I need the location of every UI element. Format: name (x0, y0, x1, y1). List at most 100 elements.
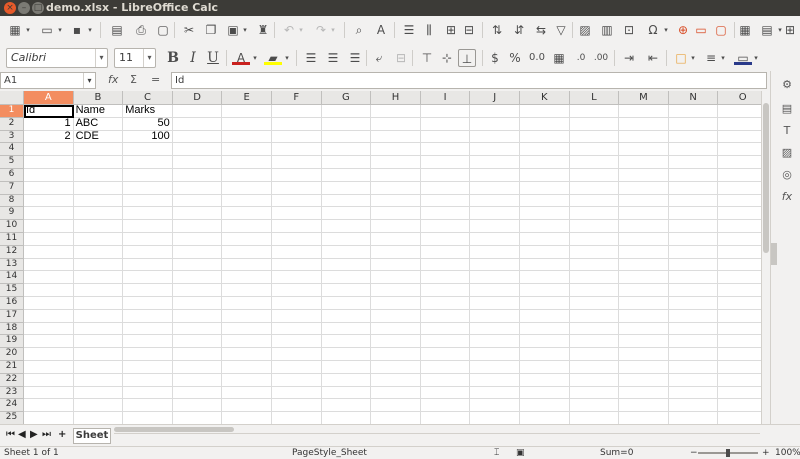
column-header-a[interactable]: A (24, 91, 74, 105)
cell-i7[interactable] (420, 181, 471, 195)
cell-j17[interactable] (470, 309, 520, 323)
highlight-dropdown-icon[interactable]: ▾ (283, 49, 291, 67)
cell-k8[interactable] (520, 194, 570, 208)
first-sheet-icon[interactable]: ⏮ (6, 429, 15, 440)
cell-h22[interactable] (371, 373, 421, 387)
cell-i22[interactable] (420, 373, 471, 387)
cell-m10[interactable] (619, 220, 669, 233)
hyperlink-icon[interactable]: ⊕ (674, 21, 692, 39)
align-right-icon[interactable]: ☰ (346, 49, 364, 67)
undo-dropdown-icon[interactable]: ▾ (297, 21, 305, 39)
align-top-icon[interactable]: ⊤ (418, 49, 436, 67)
cell-n16[interactable] (668, 297, 719, 310)
cell-b1[interactable]: Name (73, 105, 124, 118)
cell-o15[interactable] (718, 284, 761, 297)
cell-e21[interactable] (222, 361, 272, 374)
cell-m12[interactable] (619, 245, 669, 259)
cell-m23[interactable] (619, 386, 669, 400)
cell-c18[interactable] (123, 322, 173, 336)
row-header-25[interactable]: 25 (0, 412, 24, 424)
cell-k19[interactable] (520, 335, 570, 349)
row-header-1[interactable]: 1 (0, 105, 24, 118)
cell-b5[interactable] (73, 156, 124, 169)
cell-m8[interactable] (619, 194, 669, 208)
cell-d21[interactable] (172, 361, 223, 374)
cell-o9[interactable] (718, 207, 761, 221)
cell-l19[interactable] (569, 335, 620, 349)
align-center-icon[interactable]: ☰ (324, 49, 342, 67)
cell-b10[interactable] (73, 220, 124, 233)
cell-k22[interactable] (520, 373, 570, 387)
cell-m4[interactable] (619, 143, 669, 157)
cell-l9[interactable] (569, 207, 620, 221)
cell-l17[interactable] (569, 309, 620, 323)
cell-d19[interactable] (172, 335, 223, 349)
cell-e11[interactable] (222, 233, 272, 246)
cell-f14[interactable] (272, 271, 322, 285)
cell-k11[interactable] (520, 233, 570, 246)
print-icon[interactable]: ⎙ (132, 21, 150, 39)
cell-o23[interactable] (718, 387, 761, 400)
cell-d24[interactable] (172, 399, 223, 413)
cell-l15[interactable] (569, 284, 620, 297)
cell-e15[interactable] (222, 284, 272, 297)
cell-k9[interactable] (520, 207, 570, 221)
cell-j10[interactable] (470, 220, 520, 233)
cell-d15[interactable] (172, 284, 223, 297)
cell-d22[interactable] (172, 373, 223, 387)
cell-i13[interactable] (420, 258, 471, 272)
cell-g20[interactable] (321, 348, 372, 361)
cell-l24[interactable] (569, 399, 620, 413)
font-name-combo[interactable]: Calibri ▾ (6, 48, 108, 68)
cell-m19[interactable] (619, 335, 669, 349)
cell-o14[interactable] (718, 271, 761, 285)
cell-a22[interactable] (24, 373, 74, 387)
font-color-icon[interactable]: A (232, 49, 250, 65)
column-header-d[interactable]: D (172, 91, 223, 105)
row-header-6[interactable]: 6 (0, 169, 24, 182)
cell-g14[interactable] (321, 271, 372, 285)
cell-i20[interactable] (420, 348, 471, 361)
cell-d17[interactable] (172, 309, 223, 323)
cell-d12[interactable] (172, 245, 223, 259)
cell-k1[interactable] (520, 105, 570, 118)
cell-a9[interactable] (24, 207, 74, 221)
cell-a8[interactable] (24, 194, 74, 208)
cell-a6[interactable] (24, 169, 74, 182)
sum-icon[interactable]: Σ (130, 73, 137, 86)
cell-m21[interactable] (619, 361, 669, 374)
underline-button[interactable]: U (204, 49, 222, 67)
cell-j11[interactable] (470, 233, 520, 246)
cell-m3[interactable] (619, 130, 669, 144)
cell-k10[interactable] (520, 220, 570, 233)
cell-f4[interactable] (272, 143, 322, 157)
functions-icon[interactable]: fx (779, 189, 795, 205)
cell-n6[interactable] (668, 169, 719, 182)
bold-button[interactable]: B (164, 49, 182, 67)
add-sheet-icon[interactable]: + (58, 429, 66, 440)
vertical-scrollbar[interactable] (761, 91, 770, 424)
cell-b6[interactable] (73, 169, 124, 182)
row-header-7[interactable]: 7 (0, 181, 24, 195)
freeze-rows-columns-icon[interactable]: ▤ (758, 21, 776, 39)
cell-b3[interactable]: CDE (73, 130, 124, 144)
autofilter-icon[interactable]: ▽ (552, 21, 570, 39)
cell-n12[interactable] (668, 245, 719, 259)
cell-a25[interactable] (24, 412, 74, 424)
cell-d1[interactable] (172, 105, 223, 118)
cell-n3[interactable] (668, 130, 719, 144)
cell-n19[interactable] (668, 335, 719, 349)
cell-o21[interactable] (718, 361, 761, 374)
cell-m9[interactable] (619, 207, 669, 221)
cell-j2[interactable] (470, 117, 520, 131)
chevron-down-icon[interactable]: ▾ (95, 49, 107, 67)
cell-i24[interactable] (420, 399, 471, 413)
cell-c10[interactable] (123, 220, 173, 233)
font-size-combo[interactable]: 11 ▾ (114, 48, 156, 68)
sort-icon[interactable]: ⇆ (532, 21, 550, 39)
cell-i17[interactable] (420, 309, 471, 323)
cell-f21[interactable] (272, 361, 322, 374)
cell-a20[interactable] (24, 348, 74, 361)
cell-f19[interactable] (272, 335, 322, 349)
cell-d10[interactable] (172, 220, 223, 233)
